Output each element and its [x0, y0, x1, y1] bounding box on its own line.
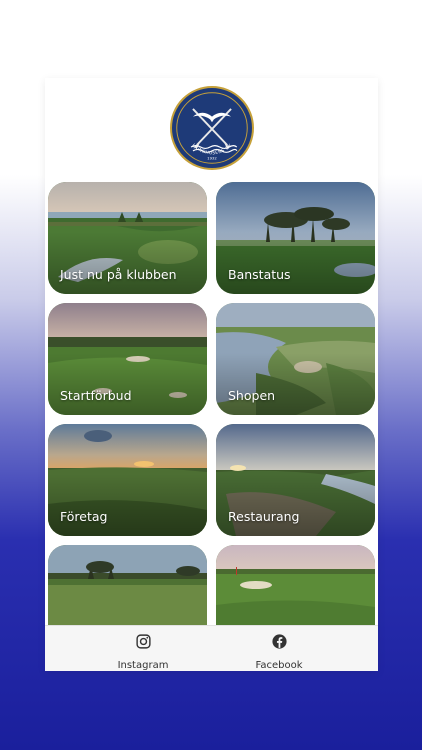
tile-foretag[interactable]: Företag: [48, 424, 207, 536]
instagram-icon: [135, 634, 151, 649]
tile-label: Restaurang: [228, 509, 300, 524]
tile-label: Shopen: [228, 388, 276, 403]
tile-restaurang[interactable]: Restaurang: [216, 424, 375, 536]
club-logo: LJUNGHUSENS GK 1932: [170, 86, 254, 170]
tab-facebook-label: Facebook: [255, 660, 303, 671]
facebook-icon: [271, 634, 287, 649]
tab-instagram-label: Instagram: [117, 660, 169, 671]
tile-label: Startförbud: [60, 388, 132, 403]
app-window: LJUNGHUSENS GK 1932 Just nu på klubben B…: [45, 78, 378, 671]
tile-shopen[interactable]: Shopen: [216, 303, 375, 415]
club-logo-year: 1932: [207, 155, 217, 160]
tab-facebook[interactable]: Facebook: [229, 631, 329, 671]
tile-banstatus[interactable]: Banstatus: [216, 182, 375, 294]
tile-just-nu-pa-klubben[interactable]: Just nu på klubben: [48, 182, 207, 294]
tile-startforbud[interactable]: Startförbud: [48, 303, 207, 415]
tile-label: Företag: [60, 509, 108, 524]
tile-label: Banstatus: [228, 267, 291, 282]
tab-instagram[interactable]: Instagram: [93, 631, 193, 671]
tile-label: Just nu på klubben: [60, 267, 177, 282]
bottom-tab-bar: Instagram Facebook: [45, 625, 378, 671]
